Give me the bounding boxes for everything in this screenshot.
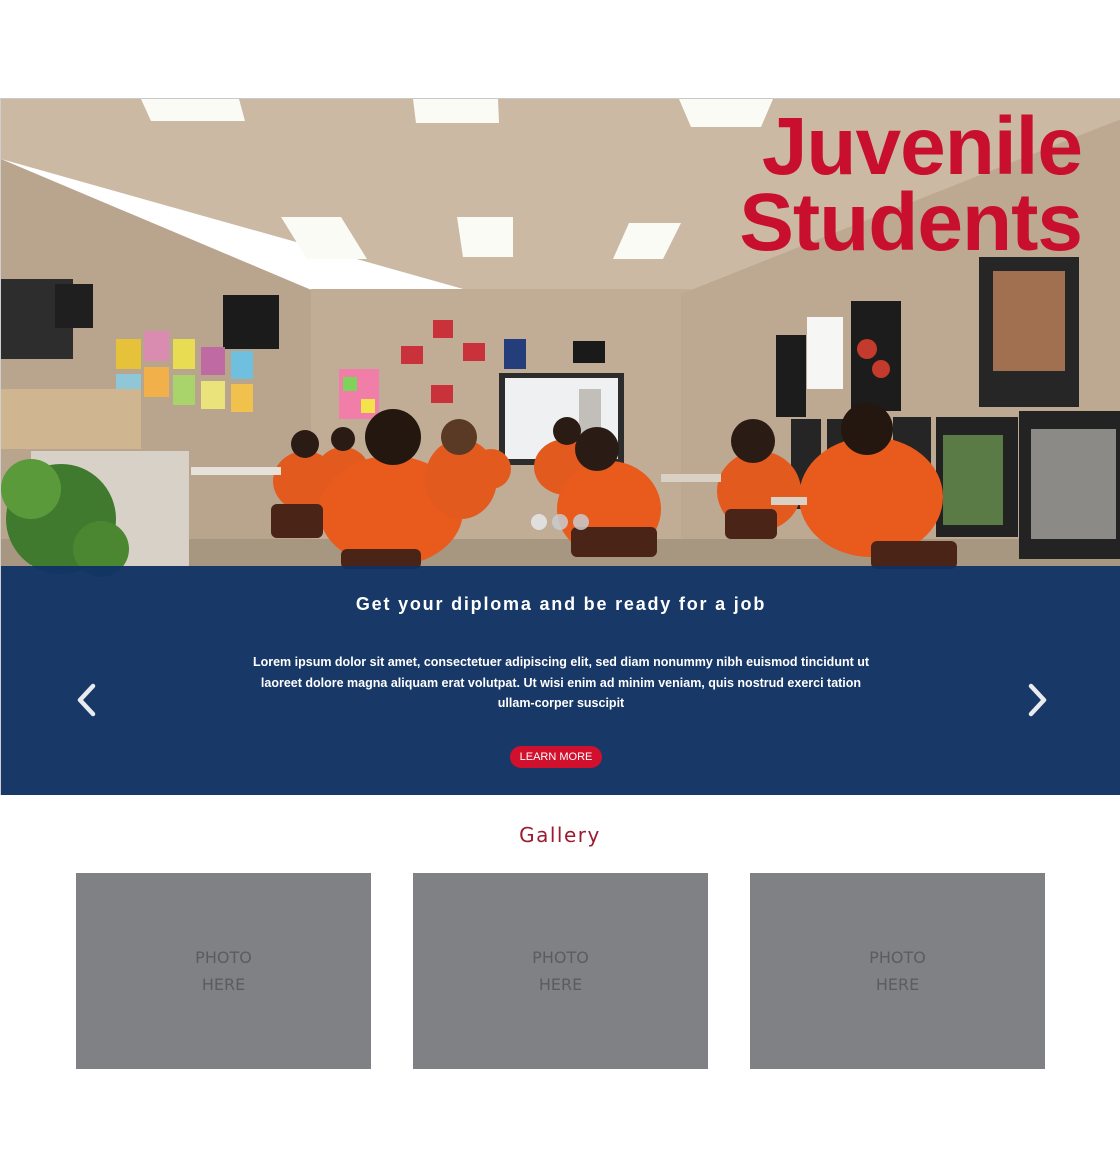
carousel-dot-1[interactable] bbox=[531, 514, 547, 530]
caption-heading: Get your diploma and be ready for a job bbox=[355, 594, 767, 614]
carousel-dot-2[interactable] bbox=[552, 514, 568, 530]
gallery-photo-placeholder-2[interactable]: PHOTO HERE bbox=[413, 873, 708, 1069]
hero-title: Juvenile Students bbox=[739, 101, 1083, 268]
photo-placeholder-text: HERE bbox=[875, 975, 920, 994]
carousel-indicators bbox=[531, 514, 589, 530]
carousel-dot-3[interactable] bbox=[573, 514, 589, 530]
hero-title-line-1: Juvenile bbox=[761, 101, 1083, 192]
photo-placeholder-text: HERE bbox=[538, 975, 583, 994]
hero-carousel: Juvenile Students Get your diploma and b… bbox=[0, 98, 1120, 795]
photo-placeholder-text: PHOTO bbox=[195, 948, 252, 967]
chevron-right-icon[interactable] bbox=[1020, 683, 1054, 717]
caption-body: Lorem ipsum dolor sit amet, consectetuer… bbox=[252, 655, 870, 710]
learn-more-button[interactable]: LEARN MORE bbox=[510, 746, 602, 768]
photo-placeholder-text: PHOTO bbox=[869, 948, 926, 967]
gallery-photo-placeholder-3[interactable]: PHOTO HERE bbox=[750, 873, 1045, 1069]
slide-caption: Get your diploma and be ready for a job … bbox=[1, 566, 1120, 795]
gallery-photo-placeholder-1[interactable]: PHOTO HERE bbox=[76, 873, 371, 1069]
photo-placeholder-text: HERE bbox=[201, 975, 246, 994]
photo-placeholder-text: PHOTO bbox=[532, 948, 589, 967]
hero-title-line-2: Students bbox=[739, 177, 1083, 268]
chevron-left-icon[interactable] bbox=[71, 683, 105, 717]
gallery-title: Gallery bbox=[519, 823, 601, 847]
